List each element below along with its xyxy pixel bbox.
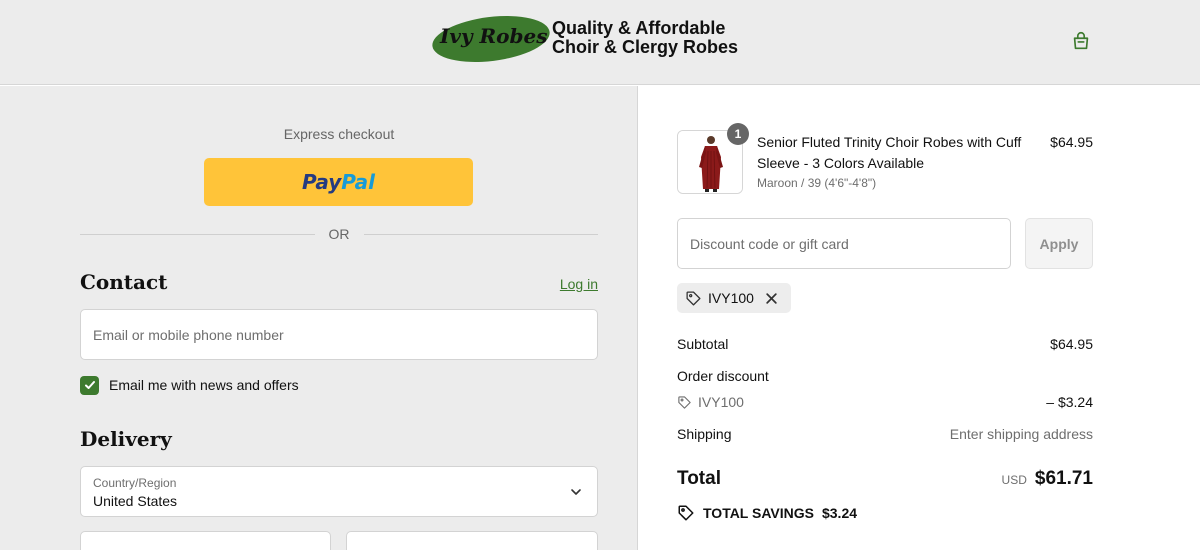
logo-tagline-line1: Quality & Affordable	[552, 18, 726, 38]
country-select[interactable]: Country/Region United States	[80, 466, 598, 517]
total-savings-value: $3.24	[821, 505, 858, 521]
last-name-field[interactable]	[346, 531, 598, 550]
total-amount: $61.71	[1034, 468, 1093, 489]
email-field[interactable]	[81, 310, 597, 359]
shipping-value: Enter shipping address	[949, 426, 1093, 442]
or-label: OR	[328, 226, 350, 242]
paypal-logo-part1: Pay	[301, 170, 342, 194]
apply-discount-button[interactable]: Apply	[1025, 218, 1093, 269]
order-discount-code-text: IVY100	[698, 394, 744, 410]
delivery-heading: Delivery	[80, 427, 172, 451]
checkout-form-panel: Express checkout Pay Pal OR Contact Log i…	[0, 86, 638, 550]
logo-tagline: Quality & Affordable Choir & Clergy Robe…	[552, 19, 752, 57]
subtotal-row: Subtotal $64.95	[677, 336, 1093, 352]
news-opt-in-checkbox[interactable]	[80, 375, 99, 395]
product-price: $64.95	[1050, 134, 1093, 150]
discount-field-wrapper	[677, 218, 1011, 269]
total-label: Total	[677, 468, 721, 489]
savings-tag-icon	[677, 504, 695, 522]
news-opt-in-label[interactable]: Email me with news and offers	[109, 377, 299, 393]
shopping-bag-icon	[1073, 32, 1089, 50]
express-checkout-label: Express checkout	[283, 126, 395, 142]
quantity-badge: 1	[727, 123, 749, 145]
shipping-row: Shipping Enter shipping address	[677, 426, 1093, 442]
tag-icon	[677, 395, 692, 410]
total-savings-label: TOTAL SAVINGS	[703, 505, 814, 521]
chevron-down-icon	[571, 489, 581, 495]
paypal-logo-part2: Pal	[341, 170, 376, 194]
country-select-label: Country/Region	[93, 476, 177, 490]
site-header: Ivy Robes Quality & Affordable Choir & C…	[0, 0, 1200, 85]
order-discount-detail-row: IVY100 – $3.24	[677, 394, 1093, 410]
applied-discount-chip: IVY100	[677, 283, 791, 313]
product-variant: Maroon / 39 (4'6"-4'8")	[757, 176, 877, 190]
contact-heading: Contact	[80, 270, 168, 294]
order-discount-label: Order discount	[677, 368, 769, 384]
divider-line	[80, 233, 315, 235]
discount-code-input[interactable]	[678, 219, 1010, 268]
checkmark-icon	[84, 381, 95, 389]
order-discount-value: – $3.24	[1046, 394, 1093, 410]
country-select-value: United States	[93, 493, 178, 509]
tag-icon	[686, 290, 701, 306]
divider-line	[363, 233, 598, 235]
total-amount-group: USD $61.71	[1002, 468, 1093, 490]
login-link[interactable]: Log in	[540, 276, 598, 292]
order-discount-code: IVY100	[677, 394, 744, 410]
total-savings: TOTAL SAVINGS $3.24	[677, 504, 857, 522]
product-name: Senior Fluted Trinity Choir Robes with C…	[757, 134, 1022, 171]
shipping-label: Shipping	[677, 426, 732, 442]
logo-script-text: Ivy Robes	[440, 24, 548, 48]
order-summary-panel: 1 Senior Fluted Trinity Choir Robes with…	[639, 86, 1200, 550]
total-row: Total USD $61.71	[677, 468, 1093, 490]
news-opt-in: Email me with news and offers	[80, 374, 299, 396]
close-icon	[766, 292, 777, 304]
logo-tagline-line2: Choir & Clergy Robes	[552, 37, 739, 57]
email-field-wrapper	[80, 309, 598, 360]
applied-discount-code: IVY100	[708, 290, 754, 306]
or-divider: OR	[80, 224, 598, 244]
subtotal-value: $64.95	[1050, 336, 1093, 352]
site-logo[interactable]: Ivy Robes Quality & Affordable Choir & C…	[429, 9, 752, 69]
subtotal-label: Subtotal	[677, 336, 729, 352]
paypal-button[interactable]: Pay Pal	[204, 158, 473, 206]
order-discount-row: Order discount	[677, 368, 1093, 384]
first-name-field[interactable]	[80, 531, 331, 550]
currency-code: USD	[1001, 473, 1027, 487]
cart-button[interactable]	[1068, 28, 1094, 54]
remove-discount-button[interactable]	[765, 292, 778, 305]
